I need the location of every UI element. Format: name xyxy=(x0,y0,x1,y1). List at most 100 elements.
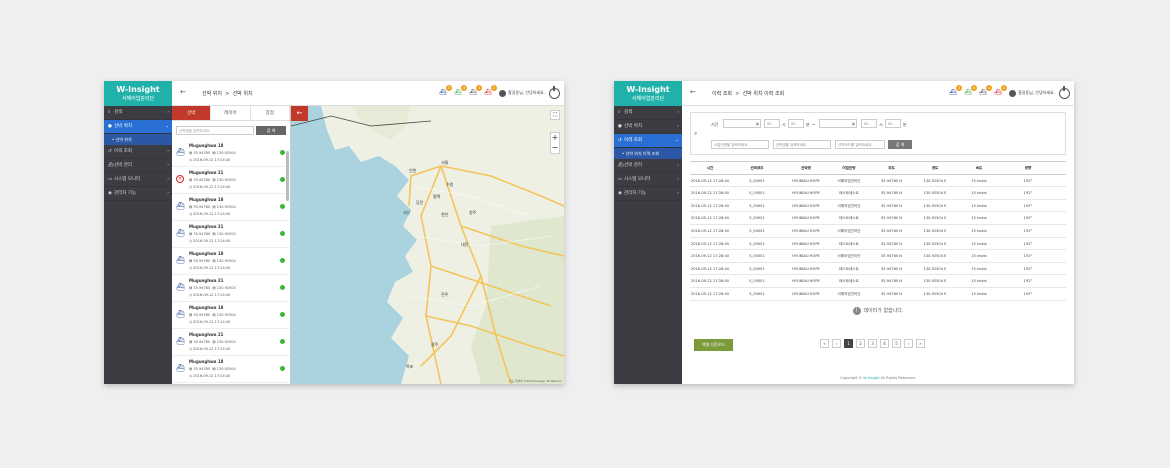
alert-ship-icon-2[interactable]: ⛴ 4 xyxy=(452,85,468,99)
map-view[interactable]: 서울 인천 수원 천안 청주 대전 전주 광주 목포 평택 당진 서산 ⛶ + − 지도 데이터 ©2… xyxy=(291,106,564,384)
table-row[interactable]: 2016-09-12 17:28:40 S_00001 HYUNDAI HOPE 서해… xyxy=(690,288,1066,301)
tab-layer[interactable]: 레이어 xyxy=(211,106,251,120)
alert-ship-icon-3[interactable]: ⛴ 1 xyxy=(467,85,483,99)
table-row[interactable]: 2016-09-12 17:28:40 S_00001 HYUNDAI HOPE 테스… xyxy=(690,263,1066,276)
table-row[interactable]: 2016-09-12 17:28:40 S_00001 HYUNDAI HOPE 테스… xyxy=(690,275,1066,288)
ship-name-input[interactable]: 선박명을 입력하세요. xyxy=(773,140,831,149)
collapse-panel-button[interactable]: ← xyxy=(291,106,308,121)
top-bar: ← 선박 위치 > 선박 위치 ⛴ 2 ⛴ 4 ⛴ 1 ⛴ 2 홍길동님, 안녕하세요. xyxy=(172,81,564,106)
submenu-ship-location[interactable]: • 선박 위치 xyxy=(104,134,172,145)
back-arrow-icon[interactable]: ← xyxy=(690,88,696,96)
menu-search[interactable]: ⌕ 검색 › xyxy=(104,106,172,120)
start-min-select[interactable]: 00 xyxy=(788,119,804,128)
tab-ship[interactable]: 선박 xyxy=(172,106,212,120)
column-header[interactable]: 경도 xyxy=(913,162,957,174)
page-button[interactable]: ‹ xyxy=(832,339,841,348)
menu-admin[interactable]: ◉ 관리자 기능 › xyxy=(104,187,172,201)
table-row[interactable]: 2016-09-12 17:28:40 S_00001 HYUNDAI HOPE 서해… xyxy=(690,200,1066,213)
menu-monitor[interactable]: ▭ 시스템 모니터 › xyxy=(614,173,682,187)
page-button[interactable]: 5 xyxy=(892,339,901,348)
back-arrow-icon[interactable]: ← xyxy=(180,88,186,96)
page-button[interactable]: 1 xyxy=(844,339,853,348)
status-dot xyxy=(280,339,285,344)
table-cell: 서해어업관리단 xyxy=(837,178,861,183)
menu-ship-location[interactable]: ● 선박 위치 › xyxy=(614,120,682,134)
ship-list-item[interactable]: ✕ Mugunghwa 21 ▤ 35.94780 ▤ 130.92504 ◷ 2… xyxy=(172,167,290,194)
ship-list-item[interactable]: ⛴ Mugunghwa 18 ▤ 35.94780 ▤ 130.92504 ◷ 2… xyxy=(172,194,290,221)
user-info[interactable]: 홍길동님, 안녕하세요. xyxy=(1009,89,1055,97)
column-header[interactable]: 방향 xyxy=(1001,162,1055,174)
column-header[interactable]: 시간 xyxy=(690,162,730,174)
map-place-label: 청주 xyxy=(469,209,477,215)
table-cell: 35.94780 N xyxy=(881,266,902,271)
column-header[interactable]: 선박명 xyxy=(784,162,828,174)
ship-list-item[interactable]: ⛴ Mugunghwa 18 ▤ 35.94780 ▤ 130.92504 ◷ 2… xyxy=(172,302,290,329)
search-button[interactable]: 검 색 xyxy=(888,140,912,149)
table-row[interactable]: 2016-09-12 17:28:40 S_00001 HYUNDAI HOPE 테스… xyxy=(690,238,1066,251)
range-separator: ~ xyxy=(812,122,816,127)
business-name-input[interactable]: 사업단명을 입력하세요. xyxy=(711,140,769,149)
zoom-in-button[interactable]: + xyxy=(551,133,559,143)
menu-ship-location[interactable]: ● 선박 위치 ⌄ xyxy=(104,120,172,134)
table-row[interactable]: 2016-09-12 17:28:40 S_00001 HYUNDAI HOPE 서해… xyxy=(690,250,1066,263)
submenu-history[interactable]: • 선박 위치 이력 조회 xyxy=(614,148,682,159)
column-header[interactable]: 위도 xyxy=(870,162,913,174)
table-cell: 15 knots xyxy=(971,241,987,246)
table-row[interactable]: 2016-09-12 17:28:40 S_00001 HYUNDAI HOPE 서해… xyxy=(690,175,1066,188)
table-cell: 192° xyxy=(1023,228,1033,233)
alert-ship-icon-3[interactable]: ⛴ 1 xyxy=(977,85,993,99)
menu-history[interactable]: ↺ 이력 조회 › xyxy=(104,145,172,159)
logo[interactable]: W-Insight 서해어업관리단 xyxy=(104,81,172,106)
column-header[interactable]: 어업단명 xyxy=(828,162,870,174)
logo[interactable]: W-Insight 서해어업관리단 xyxy=(614,81,682,106)
menu-ship-manage[interactable]: ⛴선박 관리 › xyxy=(614,159,682,173)
table-row[interactable]: 2016-09-12 17:28:40 S_00001 HYUNDAI HOPE 테스… xyxy=(690,187,1066,200)
fullscreen-icon[interactable]: ⛶ xyxy=(550,110,560,120)
scrollbar[interactable] xyxy=(286,151,289,201)
zoom-out-button[interactable]: − xyxy=(551,143,559,153)
table-cell: S_00001 xyxy=(749,241,765,246)
ship-code-input[interactable]: 선박코드를 입력하세요. xyxy=(835,140,885,149)
end-min-select[interactable]: 00 xyxy=(885,119,901,128)
menu-search[interactable]: ⌕ 검색 › xyxy=(614,106,682,120)
menu-history[interactable]: ↺ 이력 조회 ⌄ xyxy=(614,134,682,148)
ship-search-input[interactable]: 선박명을 입력하세요. xyxy=(176,126,254,135)
tab-place[interactable]: 장점 xyxy=(251,106,290,120)
power-icon[interactable] xyxy=(549,85,560,99)
alert-ship-icon-4[interactable]: ⛴ 2 xyxy=(482,85,498,99)
ship-list-item[interactable]: ⛴ Mugunghwa 18 ▤ 35.94780 ▤ 130.92504 ◷ 2… xyxy=(172,248,290,275)
page-button[interactable]: 4 xyxy=(880,339,889,348)
menu-monitor[interactable]: ▭ 시스템 모니터 › xyxy=(104,173,172,187)
ship-list-item[interactable]: ⛴ Mugunghwa 21 ▤ 35.94780 ▤ 130.92504 ◷ 2… xyxy=(172,221,290,248)
ship-list-item[interactable]: ⛴ Mugunghwa 18 ▤ 35.94780 ▤ 130.92504 ◷ 2… xyxy=(172,140,290,167)
start-hour-select[interactable]: 00 xyxy=(764,119,780,128)
menu-admin[interactable]: ◉ 관리자 기능 › xyxy=(614,187,682,201)
start-date-input[interactable]: ▦ xyxy=(723,119,761,128)
user-info[interactable]: 홍길동님, 안녕하세요. xyxy=(499,89,545,97)
page-button[interactable]: » xyxy=(916,339,925,348)
alert-ship-icon-1[interactable]: ⛴ 2 xyxy=(437,85,453,99)
search-button[interactable]: 검 색 xyxy=(256,126,286,135)
table-row[interactable]: 2016-09-12 17:28:40 S_00001 HYUNDAI HOPE 테스… xyxy=(690,212,1066,225)
ship-list-item[interactable]: ⛴ Mugunghwa 21 ▤ 35.94780 ▤ 130.92504 ◷ 2… xyxy=(172,329,290,356)
ship-list-item[interactable]: ⛴ Mugunghwa 21 ▤ 35.94780 ▤ 130.92504 ◷ 2… xyxy=(172,275,290,302)
alert-ship-icon-2[interactable]: ⛴ 4 xyxy=(962,85,978,99)
map-graphic[interactable]: 서울인천수원천안 청주대전전주광주목포 평택당진서산 xyxy=(291,106,564,384)
column-header[interactable]: 선박코드 xyxy=(730,162,784,174)
excel-download-button[interactable]: 엑셀 다운로드 xyxy=(694,339,733,351)
table-row[interactable]: 2016-09-12 17:28:40 S_00001 HYUNDAI HOPE 서해… xyxy=(690,225,1066,238)
alert-ship-icon-1[interactable]: ⛴ 2 xyxy=(947,85,963,99)
alert-ship-icon-4[interactable]: ⛴ 2 xyxy=(992,85,1008,99)
page-button[interactable]: › xyxy=(904,339,913,348)
page-button[interactable]: « xyxy=(820,339,829,348)
page-button[interactable]: 3 xyxy=(868,339,877,348)
menu-ship-manage[interactable]: ⛴선박 관리 › xyxy=(104,159,172,173)
table-cell: 130.92504 E xyxy=(923,291,947,296)
table-cell: 15 knots xyxy=(971,279,987,284)
end-date-input[interactable]: ▦ xyxy=(819,119,857,128)
column-header[interactable]: 속도 xyxy=(957,162,1001,174)
page-button[interactable]: 2 xyxy=(856,339,865,348)
power-icon[interactable] xyxy=(1059,85,1070,99)
end-hour-select[interactable]: 00 xyxy=(861,119,877,128)
ship-list-item[interactable]: ⛴ Mugunghwa 18 ▤ 35.94780 ▤ 130.92504 ◷ 2… xyxy=(172,356,290,383)
